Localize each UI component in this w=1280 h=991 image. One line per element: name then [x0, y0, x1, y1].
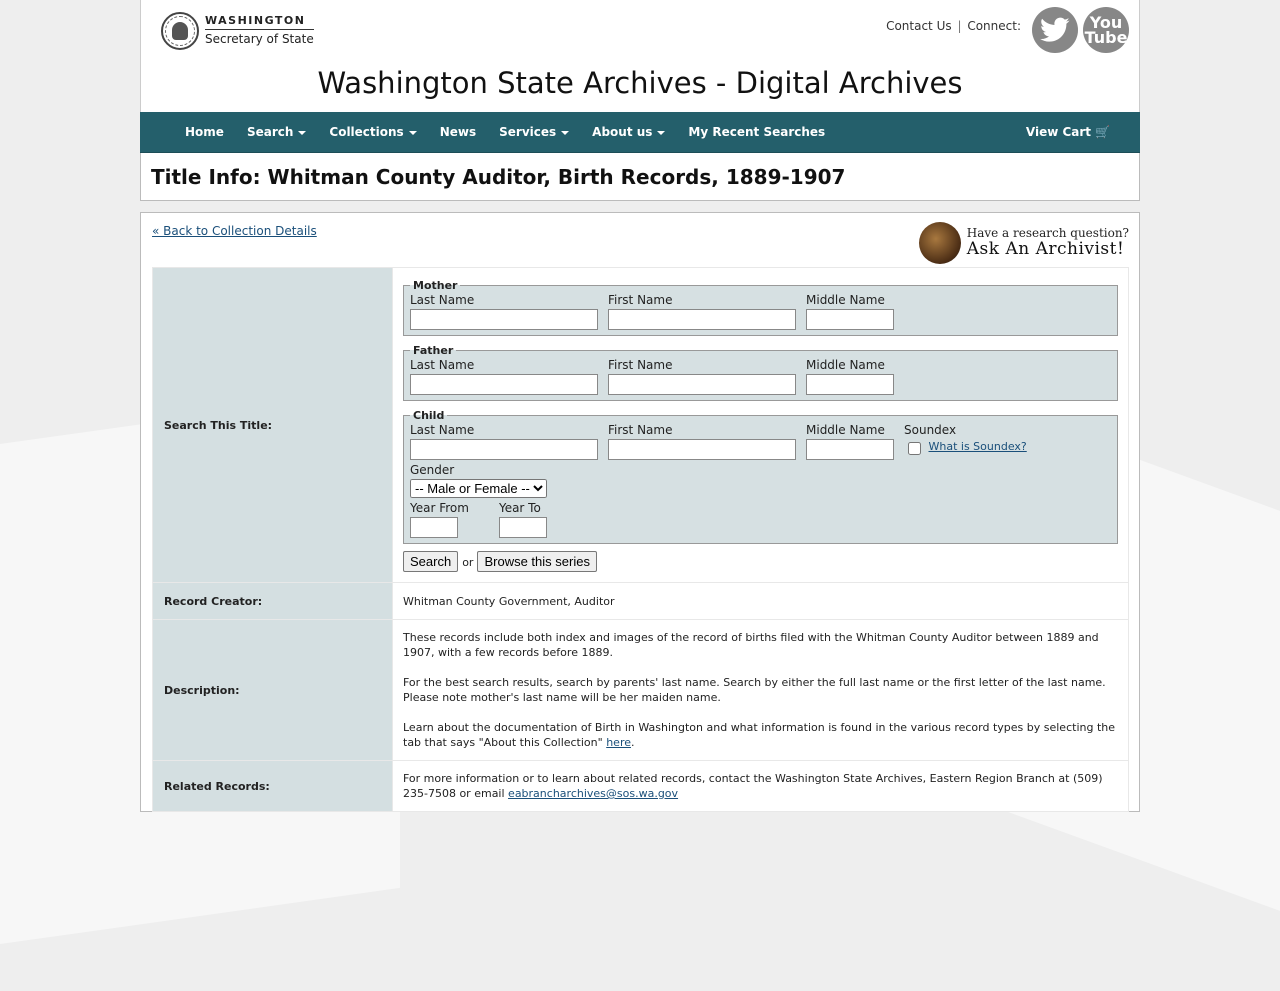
nav-item-services[interactable]: Services: [499, 125, 570, 139]
caret-down-icon: [657, 130, 666, 135]
father-fieldset: Father Last Name First Name Middle Name: [403, 343, 1118, 401]
logo-bottom-text: Secretary of State: [205, 32, 314, 47]
child-last-name-label: Last Name: [410, 423, 475, 437]
child-middle-name-input[interactable]: [806, 439, 894, 460]
link-separator: |: [957, 19, 962, 33]
site-header: WASHINGTON Secretary of State Contact Us…: [140, 0, 1140, 112]
back-to-collection-link[interactable]: « Back to Collection Details: [152, 224, 317, 238]
ask-an-archivist-banner[interactable]: Have a research question? Ask An Archivi…: [918, 222, 1129, 264]
search-label: Search This Title:: [152, 267, 393, 583]
mother-last-name-label: Last Name: [410, 293, 475, 307]
email-link[interactable]: eabrancharchives@sos.wa.gov: [508, 787, 678, 800]
browse-series-button[interactable]: Browse this series: [477, 551, 597, 572]
description-label: Description:: [152, 619, 393, 761]
mother-legend: Mother: [413, 279, 458, 292]
father-middle-name-label: Middle Name: [806, 358, 885, 372]
nav-item-collections[interactable]: Collections: [329, 125, 417, 139]
mother-fieldset: Mother Last Name First Name Middle Name: [403, 278, 1118, 336]
nav-item-label: Services: [499, 125, 557, 139]
father-first-name-input[interactable]: [608, 374, 796, 395]
logo-top-text: WASHINGTON: [205, 14, 314, 31]
description-row: Description: These records include both …: [152, 619, 1129, 761]
father-middle-name-input[interactable]: [806, 374, 894, 395]
search-button[interactable]: Search: [403, 551, 459, 572]
record-creator-label: Record Creator:: [152, 582, 393, 620]
mother-last-name-input[interactable]: [410, 309, 598, 330]
child-fieldset: Child Last Name First Name Middle Name S…: [403, 408, 1118, 544]
twitter-icon[interactable]: [1032, 7, 1078, 53]
or-text: or: [462, 556, 474, 569]
mother-first-name-input[interactable]: [608, 309, 796, 330]
caret-down-icon: [408, 130, 417, 135]
main-nav: Home Search Collections News Services About u…: [140, 112, 1140, 153]
nav-item-label: Home: [185, 125, 224, 139]
description-paragraph-3-text: Learn about the documentation of Birth i…: [403, 721, 1115, 749]
content-panel: « Back to Collection Details Have a rese…: [140, 212, 1140, 812]
nav-item-my-recent-searches[interactable]: My Recent Searches: [688, 125, 825, 139]
nav-item-label: Search: [246, 125, 294, 139]
sos-logo[interactable]: WASHINGTON Secretary of State: [161, 12, 314, 50]
site-title: Washington State Archives - Digital Arch…: [317, 66, 963, 100]
search-row: Search This Title: Mother Last Name Firs…: [152, 267, 1129, 583]
mother-first-name-label: First Name: [608, 293, 673, 307]
child-legend: Child: [413, 409, 445, 422]
top-links: Contact Us | Connect:: [886, 19, 1021, 33]
description-end: .: [631, 736, 635, 749]
nav-item-label: News: [439, 125, 477, 139]
child-first-name-input[interactable]: [608, 439, 796, 460]
year-to-label: Year To: [498, 501, 541, 515]
contact-us-link[interactable]: Contact Us: [886, 19, 952, 33]
description-paragraph-2: For the best search results, search by p…: [403, 676, 1106, 704]
nav-item-label: About us: [592, 125, 653, 139]
state-seal-icon: [161, 12, 199, 50]
record-creator-value: Whitman County Government, Auditor: [392, 582, 1129, 620]
view-cart-label: View Cart: [1025, 125, 1092, 139]
father-last-name-input[interactable]: [410, 374, 598, 395]
father-legend: Father: [413, 344, 454, 357]
gender-label: Gender: [410, 463, 455, 477]
what-is-soundex-link[interactable]: What is Soundex?: [929, 440, 1027, 453]
connect-label: Connect:: [967, 19, 1021, 33]
child-middle-name-label: Middle Name: [806, 423, 885, 437]
nav-item-about-us[interactable]: About us: [592, 125, 666, 139]
nav-item-label: My Recent Searches: [688, 125, 826, 139]
child-last-name-input[interactable]: [410, 439, 598, 460]
cart-icon: 🛒: [1095, 125, 1110, 139]
record-creator-row: Record Creator: Whitman County Governmen…: [152, 582, 1129, 620]
view-cart-link[interactable]: View Cart 🛒: [1026, 125, 1110, 139]
mother-middle-name-label: Middle Name: [806, 293, 885, 307]
soundex-label: Soundex: [904, 423, 957, 437]
page-container: WASHINGTON Secretary of State Contact Us…: [140, 0, 1140, 812]
year-from-input[interactable]: [410, 517, 458, 538]
caret-down-icon: [561, 130, 570, 135]
page-title: Title Info: Whitman County Auditor, Birt…: [151, 165, 846, 189]
nav-item-home[interactable]: Home: [185, 125, 224, 139]
youtube-icon[interactable]: You Tube: [1083, 7, 1129, 53]
gender-select[interactable]: -- Male or Female --: [410, 479, 547, 498]
father-first-name-label: First Name: [608, 358, 673, 372]
ask-archivist-text: Ask An Archivist!: [966, 239, 1125, 260]
archive-books-icon: [918, 222, 961, 264]
related-records-label: Related Records:: [152, 760, 393, 812]
father-last-name-label: Last Name: [410, 358, 475, 372]
here-link[interactable]: here: [606, 736, 631, 749]
soundex-checkbox[interactable]: [908, 442, 921, 455]
year-to-input[interactable]: [498, 517, 547, 538]
nav-item-label: Collections: [329, 125, 404, 139]
year-from-label: Year From: [410, 501, 469, 515]
title-box: Title Info: Whitman County Auditor, Birt…: [140, 153, 1140, 201]
title-info-table: Search This Title: Mother Last Name Firs…: [152, 267, 1129, 812]
mother-middle-name-input[interactable]: [806, 309, 894, 330]
child-first-name-label: First Name: [608, 423, 673, 437]
nav-item-news[interactable]: News: [440, 125, 476, 139]
description-paragraph-1: These records include both index and ima…: [403, 631, 1099, 659]
related-records-row: Related Records: For more information or…: [152, 760, 1129, 812]
caret-down-icon: [298, 130, 307, 135]
nav-item-search[interactable]: Search: [246, 125, 307, 139]
description-paragraph-3: Learn about the documentation of Birth i…: [403, 720, 1118, 750]
